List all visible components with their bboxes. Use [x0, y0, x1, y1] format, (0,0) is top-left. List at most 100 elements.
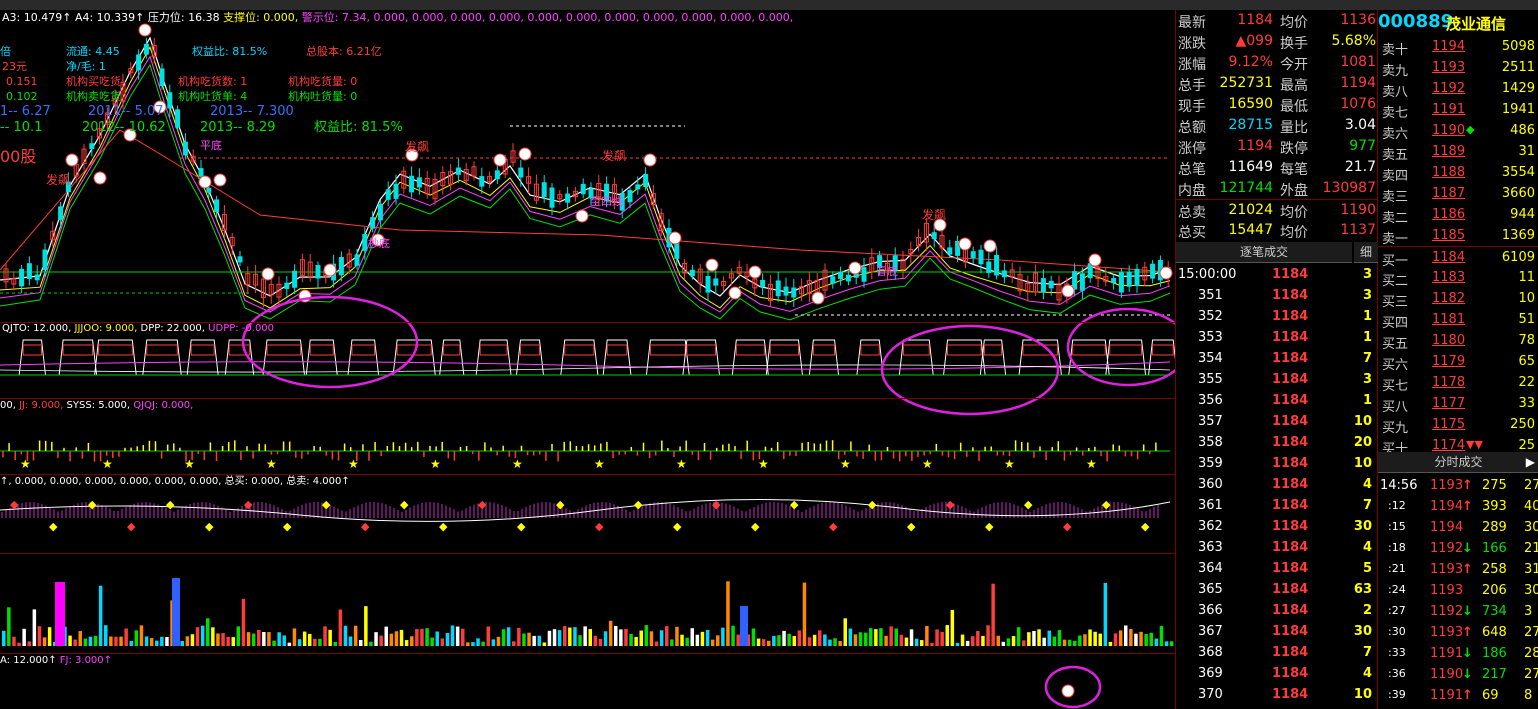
volume-bar	[670, 639, 674, 646]
annotation-inst-buy: 机构买吃货:	[66, 75, 125, 88]
candle-body	[760, 279, 766, 287]
label-qjtd: QJTO: 12.000,	[2, 323, 72, 334]
quote-label: 换手	[1280, 36, 1308, 52]
diamond-icon: ◆	[751, 520, 760, 533]
tab-detail[interactable]: 细	[1354, 242, 1378, 263]
volume-bar	[909, 629, 914, 646]
tick-trade-panel[interactable]: 逐笔成交 细 15:00:00 1184 3 351 1184 3 352 1184 1 353 1…	[1175, 242, 1378, 709]
ask-row: 卖三 1187 3660	[1378, 183, 1538, 205]
candle-body	[713, 278, 719, 286]
minute-time: :27	[1388, 604, 1406, 617]
minute-extra: 21	[1524, 541, 1538, 556]
minute-price: 1194	[1430, 520, 1464, 535]
volume-bar	[767, 640, 771, 646]
star-icon: ★	[922, 457, 933, 471]
plateau-band	[735, 344, 765, 356]
tick-row: 356 1184 1	[1176, 390, 1378, 411]
quote-value: 1194	[1340, 75, 1376, 91]
tick-volume: 1	[1362, 330, 1372, 345]
volume-bar	[2, 630, 6, 646]
candle-body	[214, 199, 220, 213]
volume-bar	[1118, 630, 1123, 646]
volume-bar	[190, 634, 195, 646]
order-price: 1174	[1432, 438, 1466, 453]
quote-value: 9.12%	[1228, 54, 1273, 70]
bid-row: 买二 1183 11	[1378, 267, 1538, 289]
volume-bar	[950, 609, 955, 646]
tick-price: 1184	[1272, 687, 1309, 702]
quote-value: 16590	[1228, 96, 1273, 112]
tick-row: 355 1184 3	[1176, 369, 1378, 390]
order-level-label: 买五	[1382, 337, 1409, 352]
candle-body	[494, 170, 500, 180]
annotation-shares: 00股	[0, 147, 37, 166]
plateau-band	[519, 344, 540, 356]
volume-bar	[165, 637, 169, 646]
annotation-eps-c: 2013-- 8.29	[200, 120, 276, 135]
volume-bar	[144, 636, 149, 646]
candle-body	[518, 167, 524, 178]
quote-value: 1076	[1340, 96, 1376, 112]
candle-body	[167, 92, 173, 109]
candle-body	[1079, 273, 1085, 291]
volume-bar	[420, 628, 424, 646]
quote-label: 现手	[1178, 99, 1206, 115]
diamond-icon: ◆	[634, 498, 643, 511]
minute-trade-panel[interactable]: 分时成交 ▶ 14:56 1193 ↑ 275 27:12 1194 ↑ 393 40:15 11…	[1377, 452, 1538, 709]
volume-bar	[981, 635, 985, 646]
volume-bar	[425, 628, 429, 646]
ask-row: 卖二 1186 944	[1378, 204, 1538, 226]
tab-minute-trades[interactable]: 分时成交 ▶	[1378, 452, 1538, 473]
volume-bar	[920, 640, 924, 646]
quote-row: 涨停 1194 跌停 977	[1176, 136, 1378, 157]
tick-time: 361	[1198, 498, 1223, 513]
stock-header: 000889 茂业通信	[1378, 10, 1538, 34]
order-price: 1175	[1432, 417, 1466, 432]
minute-volume: 69	[1482, 688, 1499, 703]
candle-body	[986, 261, 992, 273]
candle-body	[198, 168, 204, 177]
order-volume: 11	[1518, 270, 1535, 285]
volume-bar	[404, 640, 409, 646]
volume-bar	[680, 634, 684, 646]
volume-bar	[1037, 629, 1041, 646]
tick-price: 1184	[1272, 351, 1309, 366]
order-level-label: 卖一	[1382, 232, 1409, 247]
kline-chart-area[interactable]: ★ ★ ★ ★ ★ ★ ★ ★ ★ ★ ★ ★ ★ ★ ◆ ◆ ◆ ◆ ◆ ◆ ◆ ◆ ◆ ◆ ◆ ◆ ◆ ◆ ◆ ◆ ◆ ◆ ◆ ◆ ◆ ◆ ◆ ◆ ◆ ◆…	[0, 10, 1175, 709]
minute-price: 1193	[1430, 478, 1464, 493]
minute-time: :21	[1388, 562, 1406, 575]
bid-row: 买九 1175 250	[1378, 414, 1538, 436]
volume-bar	[129, 640, 133, 646]
tab-tick-trades[interactable]: 逐笔成交	[1176, 242, 1352, 263]
diamond-icon: ◆	[985, 520, 994, 533]
tick-time: 370	[1198, 687, 1223, 702]
tick-time: 360	[1198, 477, 1223, 492]
bid-row: 买三 1182 10	[1378, 288, 1538, 310]
diamond-icon: ◆	[712, 498, 721, 511]
order-volume: 1429	[1501, 81, 1535, 96]
tick-price: 1184	[1272, 645, 1309, 660]
volume-bar	[27, 641, 31, 646]
volume-bar	[241, 598, 246, 646]
order-volume: 486	[1510, 123, 1535, 138]
header-indicator-line: A3: 10.479↑ A4: 10.339↑ 压力位: 16.38 支撑位: …	[2, 12, 793, 24]
diamond-icon: ◆	[556, 498, 565, 511]
tick-volume: 10	[1353, 687, 1372, 702]
volume-bar	[236, 626, 241, 646]
tick-time: 354	[1198, 351, 1223, 366]
volume-bar	[364, 606, 368, 646]
minute-time: :39	[1388, 688, 1406, 701]
label-jj2: JJ: 9.000,	[19, 400, 64, 411]
smiley-signal-icon	[1159, 266, 1173, 280]
signal-label: 发飙	[46, 173, 71, 187]
order-volume: 3660	[1501, 186, 1535, 201]
order-price: 1178	[1432, 375, 1466, 390]
candle-body	[206, 187, 212, 193]
volume-bar	[430, 637, 434, 646]
volume-bar	[369, 641, 373, 646]
scroll-right-icon[interactable]: ▶	[1526, 452, 1535, 472]
volume-bar	[445, 632, 450, 646]
volume-bar	[134, 630, 139, 646]
diamond-icon: ◆	[400, 498, 409, 511]
volume-bar	[853, 634, 858, 646]
